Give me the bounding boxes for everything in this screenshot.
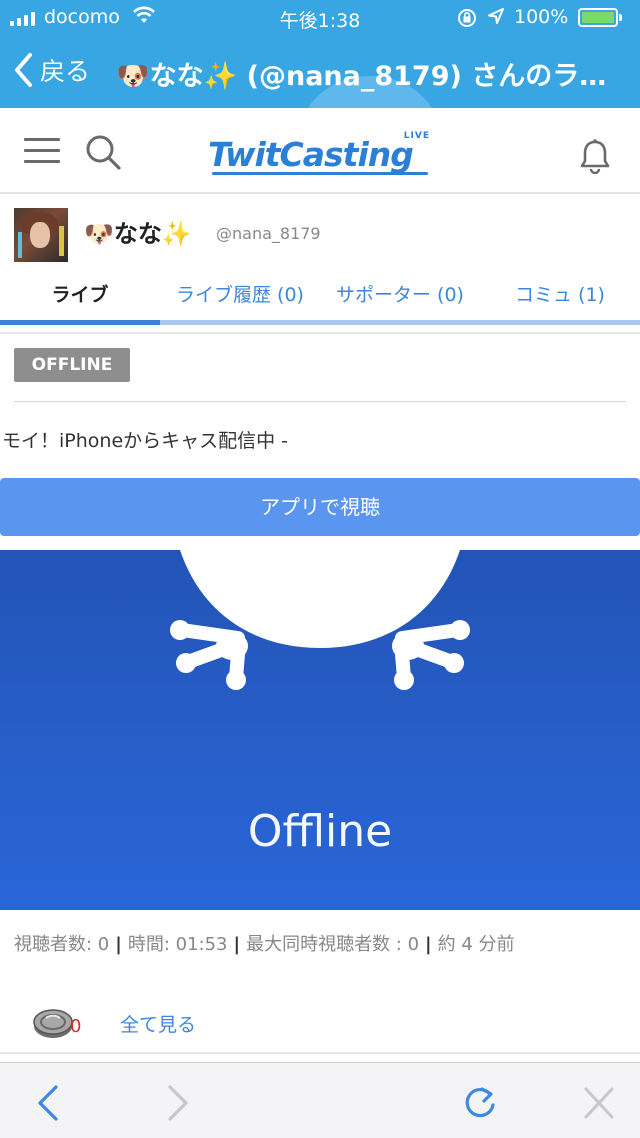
browser-toolbar xyxy=(0,1062,640,1138)
stats-separator: | xyxy=(233,934,241,955)
forward-arrow-icon[interactable] xyxy=(164,1083,192,1127)
location-arrow-icon xyxy=(486,6,506,31)
back-arrow-icon[interactable] xyxy=(34,1083,62,1127)
broadcast-stats: 視聴者数: 0 | 時間: 01:53 | 最大同時視聴者数 : 0 | 約 4 分前 xyxy=(14,930,515,956)
bell-icon[interactable] xyxy=(578,138,612,178)
menu-icon[interactable] xyxy=(24,138,60,164)
tab-live-history[interactable]: ライブ履歴 (0) xyxy=(160,280,320,307)
mascot-illustration xyxy=(170,550,470,690)
search-icon[interactable] xyxy=(84,133,122,175)
stats-separator: | xyxy=(425,934,432,955)
player-offline-text: Offline xyxy=(247,806,393,857)
status-bar: docomo 午後1:38 100% xyxy=(0,0,640,36)
avatar[interactable] xyxy=(14,208,68,262)
see-all-link[interactable]: 全て見る xyxy=(120,1010,196,1037)
logo-underline xyxy=(212,172,428,175)
battery-percent: 100% xyxy=(514,6,569,28)
viewer-count: 視聴者数: 0 xyxy=(14,934,110,955)
video-player[interactable]: Offline xyxy=(0,550,640,910)
close-icon[interactable] xyxy=(582,1083,616,1127)
profile-tabs: ライブ ライブ履歴 (0) サポーター (0) コミュ (1) xyxy=(0,268,640,326)
divider xyxy=(14,401,626,402)
status-badge: OFFLINE xyxy=(14,348,130,382)
chevron-left-icon xyxy=(15,53,32,87)
coin-icon xyxy=(32,1000,74,1048)
profile-handle: @nana_8179 xyxy=(216,224,321,243)
twitcasting-logo[interactable]: LIVE TwitCasting xyxy=(208,130,432,176)
max-concurrent-viewers: 最大同時視聴者数 : 0 xyxy=(246,934,420,955)
profile-header: 🐶なな✨ @nana_8179 xyxy=(0,196,640,268)
supporter-count: 0 xyxy=(70,1016,82,1037)
tab-community[interactable]: コミュ (1) xyxy=(480,280,640,307)
supporters-row: 0 全て見る xyxy=(0,990,640,1054)
tab-active-indicator xyxy=(0,320,160,325)
broadcast-duration: 時間: 01:53 xyxy=(127,934,228,955)
profile-name: 🐶なな✨ xyxy=(84,220,192,248)
watch-in-app-button[interactable]: アプリで視聴 xyxy=(0,478,640,536)
back-button[interactable]: 戻る xyxy=(12,52,90,88)
logo-text: TwitCasting xyxy=(208,135,414,174)
stats-separator: | xyxy=(115,934,122,955)
tab-supporters[interactable]: サポーター (0) xyxy=(320,280,480,307)
back-label: 戻る xyxy=(40,57,91,86)
app-header: LIVE TwitCasting xyxy=(0,108,640,194)
live-comment: モイ！iPhoneからキャス配信中 - xyxy=(2,430,289,452)
divider xyxy=(0,332,640,334)
battery-icon xyxy=(578,8,622,27)
page-title: 🐶なな✨ (@nana_8179) さんのラ… xyxy=(116,61,607,92)
orientation-lock-icon xyxy=(456,7,478,34)
tab-live[interactable]: ライブ xyxy=(0,280,160,307)
time-ago: 約 4 分前 xyxy=(437,934,515,955)
navigation-bar: 戻る 🐶なな✨ (@nana_8179) さんのラ… xyxy=(0,36,640,108)
reload-icon[interactable] xyxy=(460,1083,500,1127)
